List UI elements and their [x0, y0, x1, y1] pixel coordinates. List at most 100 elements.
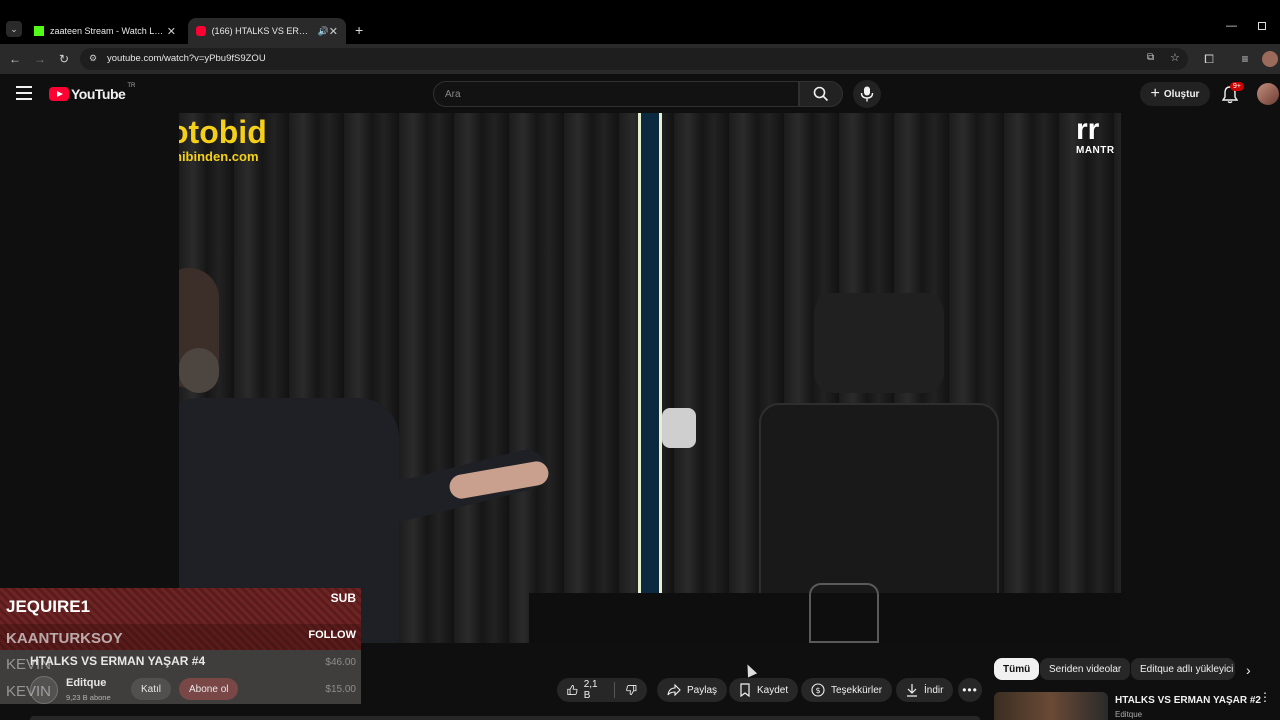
- split-divider: [638, 113, 662, 643]
- channel-logo-watermark: rr MANTR: [1076, 113, 1121, 157]
- like-count: 2,1 B: [583, 679, 598, 701]
- video-player[interactable]: otobid hibinden.com rr MANTR: [179, 113, 1121, 643]
- save-label: Kaydet: [757, 684, 789, 696]
- tab-title: (166) HTALKS VS ERMAN YAŞAR: [211, 26, 312, 36]
- share-button[interactable]: Paylaş: [657, 678, 728, 702]
- right-gutter: [1121, 113, 1280, 643]
- region-code: TR: [127, 83, 136, 89]
- reload-icon[interactable]: ↻: [56, 51, 72, 67]
- watermark-text: MANTR: [1076, 145, 1115, 156]
- extensions-icon[interactable]: ⧠: [1201, 51, 1217, 67]
- related-video-channel[interactable]: Editque: [1115, 710, 1142, 719]
- super-thanks-icon: $: [811, 683, 825, 697]
- chip-uploader[interactable]: Editque adlı yükleyici: [1131, 658, 1235, 680]
- chip-label: Seriden videolar: [1049, 663, 1122, 675]
- sub-alert: JEQUIRE1 SUB: [0, 588, 361, 624]
- close-icon[interactable]: ✕: [167, 25, 176, 38]
- thumbs-up-icon: [567, 684, 578, 696]
- donation-alert-1: KEVIN $46.00: [0, 650, 361, 676]
- stream-alerts-overlay: JEQUIRE1 SUB KAANTURKSOY FOLLOW KEVIN $4…: [0, 588, 361, 706]
- sub-label: SUB: [330, 591, 356, 605]
- forward-icon[interactable]: →: [32, 51, 48, 67]
- install-icon[interactable]: ⧉: [1147, 52, 1154, 63]
- chevron-right-icon[interactable]: ›: [1246, 662, 1251, 678]
- youtube-logo[interactable]: YouTube TR: [49, 83, 136, 102]
- address-bar[interactable]: ⚙ youtube.com/watch?v=yPbu9fS9ZOU ⧉ ☆: [80, 48, 1188, 70]
- follow-alert: KAANTURKSOY FOLLOW: [0, 624, 361, 650]
- media-controls-icon[interactable]: ≡: [1237, 51, 1253, 67]
- youtube-header: YouTube TR Ara + Oluştur 9+: [0, 74, 1280, 114]
- left-gutter: [0, 113, 179, 643]
- tab-title: zaateen Stream - Watch Live on: [50, 26, 164, 36]
- studio-microphone: [662, 408, 696, 448]
- search-button[interactable]: [799, 81, 843, 107]
- donation2-username: KEVIN: [6, 683, 52, 700]
- thumbs-down-icon[interactable]: [626, 683, 637, 697]
- search-icon: [813, 86, 829, 102]
- youtube-icon: [196, 26, 206, 36]
- thanks-button[interactable]: $ Teşekkürler: [801, 678, 893, 702]
- youtube-play-icon: [49, 87, 69, 101]
- mantra-logo-icon: rr: [1076, 113, 1100, 146]
- browser-toolbar: ← → ↻ ⚙ youtube.com/watch?v=yPbu9fS9ZOU …: [0, 44, 1280, 74]
- more-horizontal-icon: •••: [962, 683, 978, 697]
- chip-series[interactable]: Seriden videolar: [1040, 658, 1131, 680]
- download-button[interactable]: İndir: [896, 678, 954, 702]
- tab-strip: ⌄ zaateen Stream - Watch Live on ✕ (166)…: [0, 0, 1280, 44]
- site-info-icon[interactable]: ⚙: [89, 53, 97, 64]
- download-label: İndir: [924, 684, 944, 696]
- person-left: [179, 268, 552, 643]
- profile-avatar[interactable]: [1262, 51, 1278, 67]
- chip-all[interactable]: Tümü: [994, 658, 1040, 680]
- speaker-icon[interactable]: 🔊: [318, 26, 329, 37]
- sponsor-logo-sub: hibinden.com: [179, 149, 259, 164]
- sponsor-logo-main: otobid: [179, 114, 267, 150]
- search-input[interactable]: Ara: [433, 81, 799, 107]
- glass-decanter: [809, 583, 879, 643]
- menu-icon[interactable]: [16, 86, 32, 100]
- like-button[interactable]: 2,1 B: [557, 678, 647, 702]
- related-video-title[interactable]: HTALKS VS ERMAN YAŞAR #2: [1115, 695, 1261, 706]
- donation2-amount: $15.00: [325, 684, 356, 695]
- account-avatar[interactable]: [1257, 83, 1279, 105]
- microphone-icon: [860, 86, 874, 102]
- office-chair: [759, 293, 1019, 643]
- chip-label: Tümü: [1003, 663, 1031, 675]
- description-box-edge: [30, 716, 980, 720]
- donation1-amount: $46.00: [325, 657, 356, 668]
- url-text: youtube.com/watch?v=yPbu9fS9ZOU: [107, 53, 266, 64]
- new-tab-button[interactable]: +: [355, 22, 363, 38]
- sponsor-logo: otobid hibinden.com: [179, 115, 267, 164]
- share-icon: [667, 684, 681, 696]
- logo-text: YouTube: [71, 86, 126, 102]
- create-label: Oluştur: [1163, 88, 1200, 100]
- save-button[interactable]: Kaydet: [729, 678, 799, 702]
- more-vertical-icon[interactable]: ⋮: [1259, 691, 1271, 703]
- restore-button[interactable]: [1258, 22, 1266, 30]
- svg-text:$: $: [815, 686, 820, 695]
- follow-label: FOLLOW: [308, 629, 356, 641]
- tab-youtube[interactable]: (166) HTALKS VS ERMAN YAŞAR 🔊 ✕: [188, 18, 346, 44]
- notifications-button[interactable]: 9+: [1220, 82, 1244, 104]
- more-actions-button[interactable]: •••: [958, 678, 982, 702]
- follow-username: KAANTURKSOY: [6, 630, 123, 647]
- bookmark-icon: [740, 683, 750, 697]
- chip-label: Editque adlı yükleyici: [1140, 663, 1234, 675]
- create-button[interactable]: + Oluştur: [1140, 82, 1210, 106]
- voice-search-button[interactable]: [853, 80, 881, 108]
- bookmark-star-icon[interactable]: ☆: [1170, 51, 1180, 64]
- tab-search-button[interactable]: ⌄: [6, 21, 22, 37]
- download-icon: [907, 684, 917, 697]
- donation-alert-2: KEVIN $15.00: [0, 676, 361, 704]
- close-icon[interactable]: ✕: [329, 25, 338, 38]
- related-video-thumbnail[interactable]: [994, 692, 1108, 720]
- plus-icon: +: [1150, 85, 1160, 102]
- donation1-username: KEVIN: [6, 656, 52, 673]
- kick-icon: [34, 26, 44, 36]
- sub-username: JEQUIRE1: [6, 597, 91, 616]
- back-icon[interactable]: ←: [7, 51, 23, 67]
- minimize-button[interactable]: —: [1226, 20, 1237, 32]
- thanks-label: Teşekkürler: [831, 684, 883, 696]
- share-label: Paylaş: [687, 684, 718, 696]
- tab-kick[interactable]: zaateen Stream - Watch Live on ✕: [26, 18, 184, 44]
